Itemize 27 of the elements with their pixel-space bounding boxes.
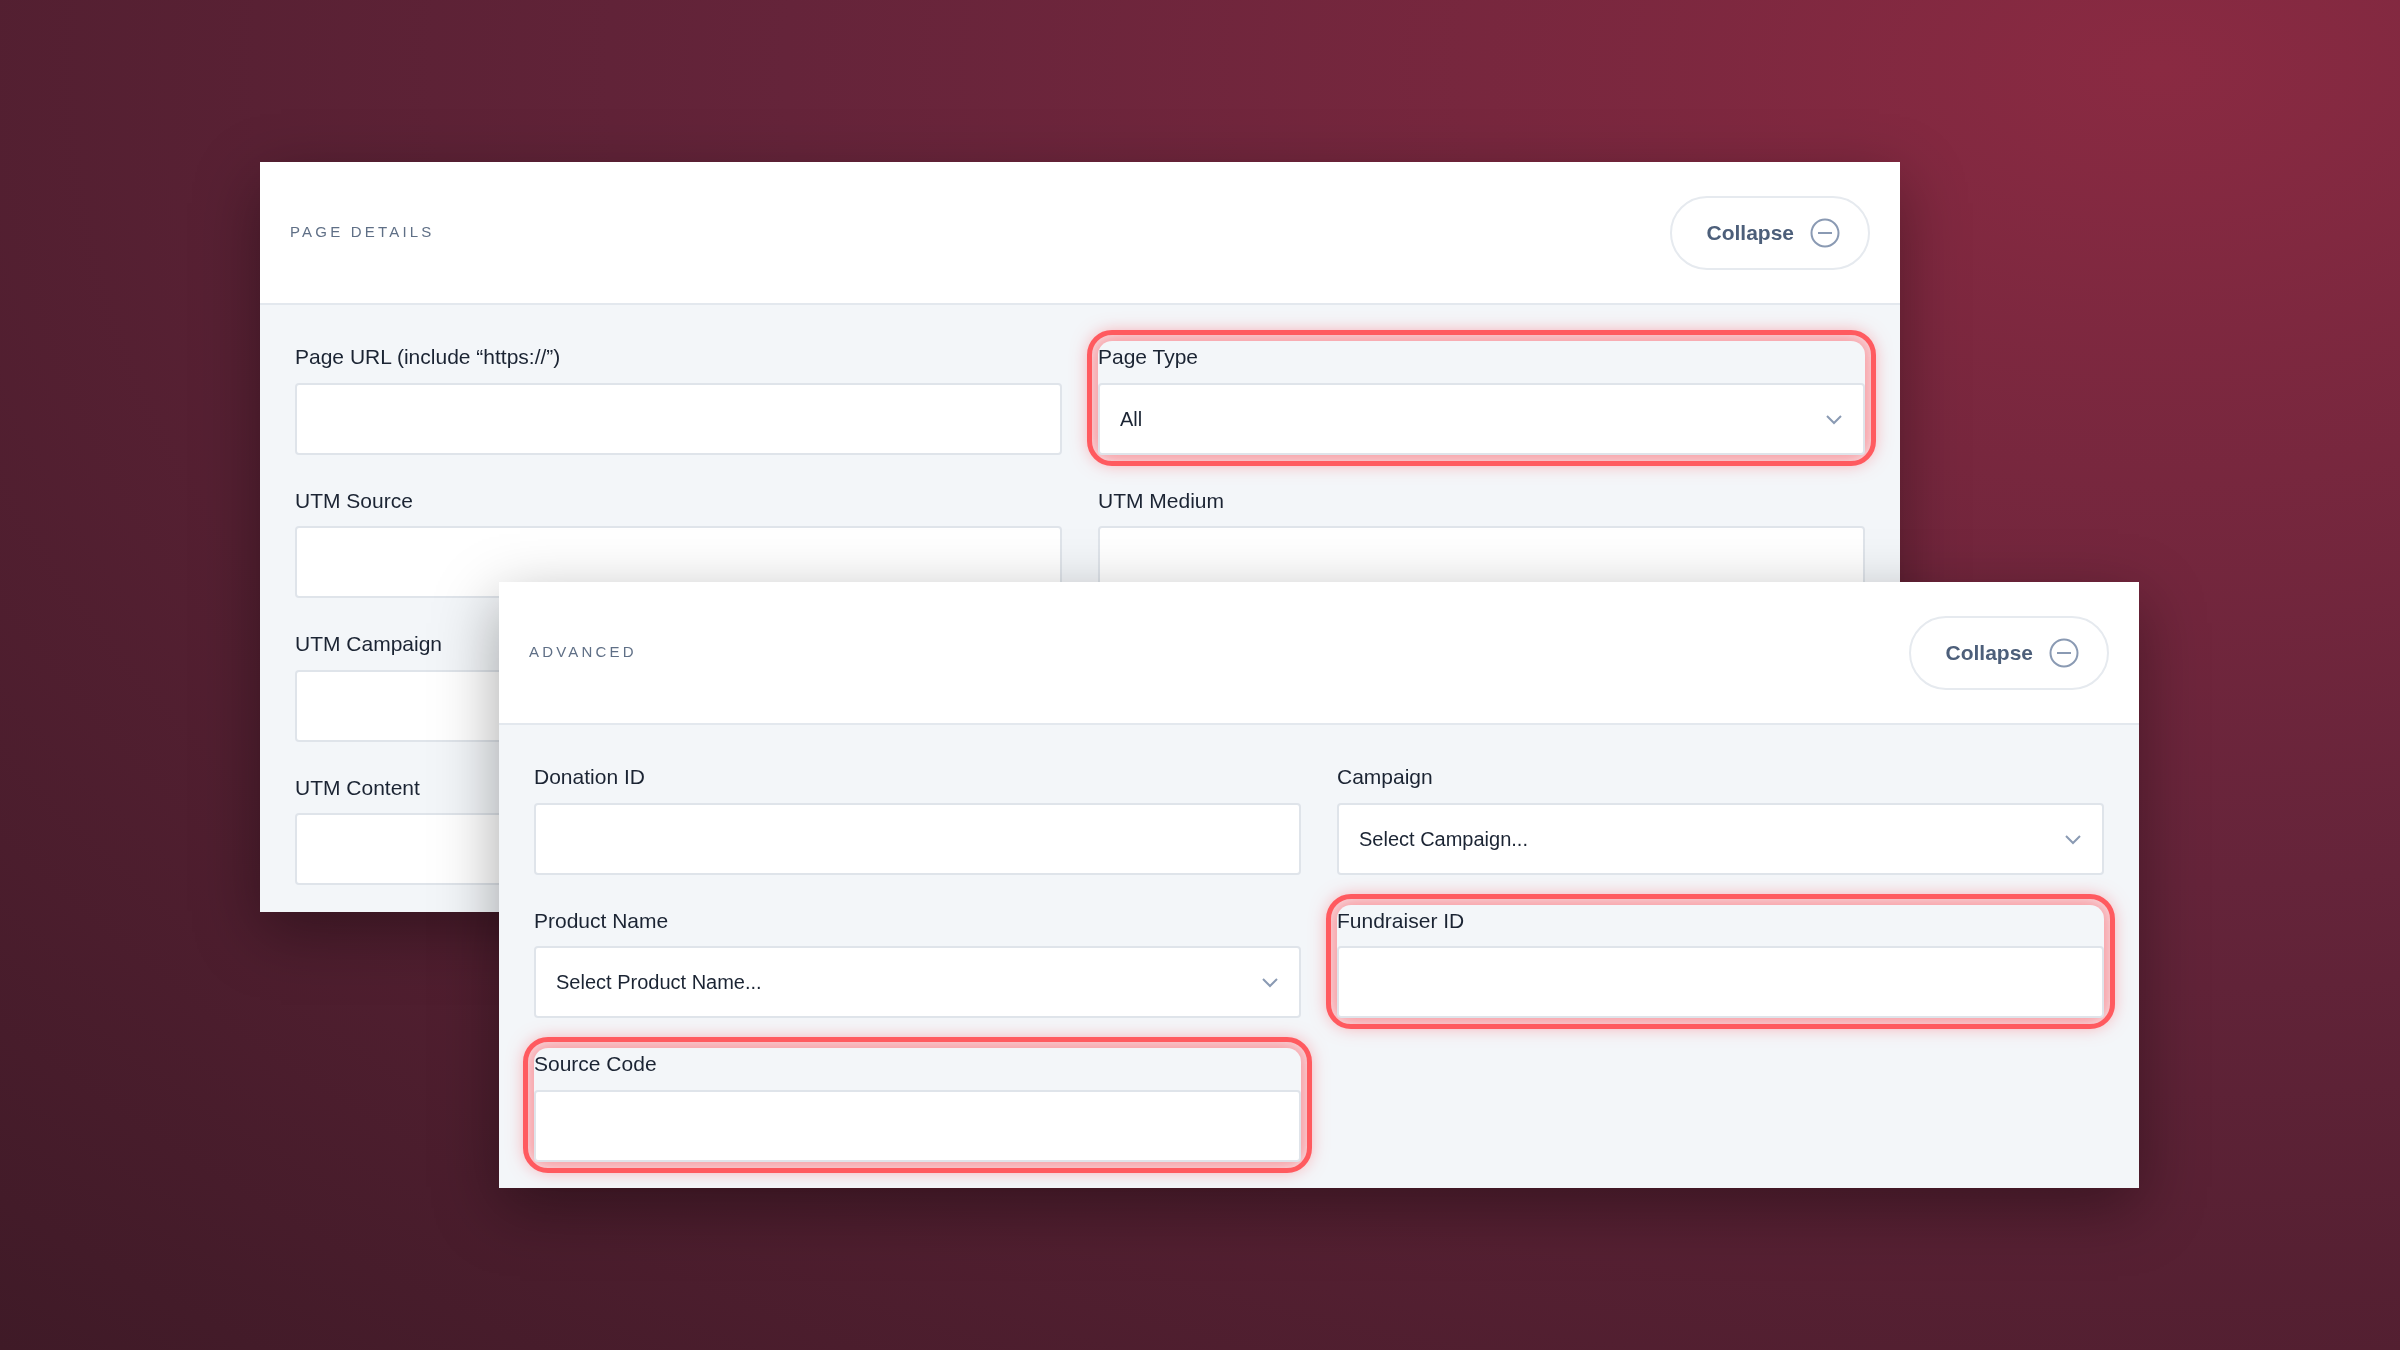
select-field[interactable]: Select Campaign... [1337, 802, 2104, 875]
field-label: Page Type [1098, 344, 1199, 370]
chevron-down-icon [1261, 976, 1279, 988]
field-label: Donation ID [534, 764, 645, 790]
field-label: UTM Content [295, 774, 420, 801]
field-label: Page URL (include “https://”) [295, 344, 561, 370]
input-field[interactable] [534, 1089, 1301, 1162]
field-label: Product Name [534, 907, 669, 934]
select-field[interactable]: All [1098, 382, 1865, 455]
input-field[interactable] [1337, 946, 2104, 1018]
collapse-button[interactable]: Collapse [1909, 615, 2109, 690]
minus-circle-icon [1810, 217, 1840, 248]
chevron-down-icon [2064, 832, 2082, 845]
collapse-button[interactable]: Collapse [1670, 195, 1870, 270]
field-label: Fundraiser ID [1337, 907, 1465, 934]
field-label: Campaign [1337, 764, 1433, 790]
chevron-down-icon [1825, 412, 1843, 425]
field-label: UTM Source [295, 487, 413, 514]
field-label: Source Code [534, 1051, 657, 1077]
field-label: UTM Medium [1098, 487, 1224, 514]
section-title: ADVANCED [529, 642, 637, 663]
input-field[interactable] [295, 382, 1062, 455]
minus-circle-icon [2049, 637, 2079, 668]
input-field[interactable] [534, 802, 1301, 875]
section-title: PAGE DETAILS [290, 222, 435, 243]
field-label: UTM Campaign [295, 631, 443, 657]
select-field[interactable]: Select Product Name... [534, 946, 1301, 1018]
